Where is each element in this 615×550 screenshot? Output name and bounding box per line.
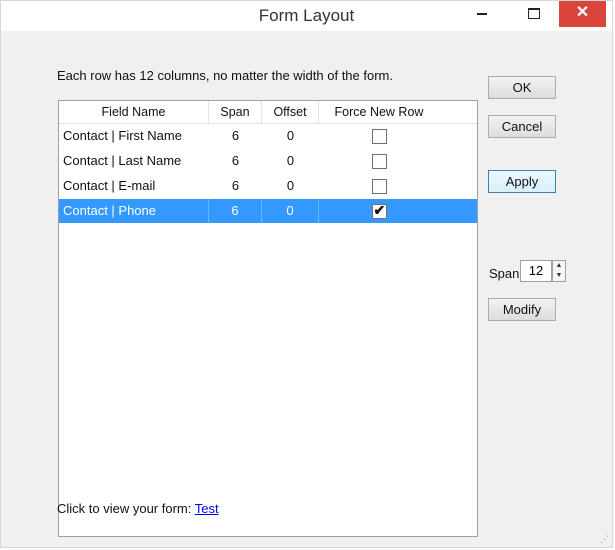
dialog-body: Each row has 12 columns, no matter the w… bbox=[11, 39, 604, 541]
chevron-up-icon[interactable]: ▲ bbox=[553, 261, 565, 271]
cell-offset: 0 bbox=[286, 178, 295, 193]
cancel-button[interactable]: Cancel bbox=[488, 115, 556, 138]
modify-button[interactable]: Modify bbox=[488, 298, 556, 321]
span-label: Span bbox=[489, 266, 520, 281]
apply-button[interactable]: Apply bbox=[488, 170, 556, 193]
force-new-row-checkbox[interactable] bbox=[371, 154, 387, 170]
cell-field-name: Contact | First Name bbox=[63, 128, 182, 143]
span-spinner[interactable]: ▲ ▼ bbox=[552, 260, 566, 282]
force-new-row-checkbox[interactable]: ✔ bbox=[371, 202, 387, 220]
cell-span: 6 bbox=[231, 153, 240, 168]
footer-text: Click to view your form: bbox=[57, 501, 192, 516]
minimize-icon bbox=[477, 12, 487, 15]
table-row[interactable]: Contact | Last Name 6 0 bbox=[59, 149, 477, 173]
maximize-button[interactable] bbox=[516, 1, 552, 27]
cell-span: 6 bbox=[209, 199, 262, 223]
table-row[interactable]: Contact | First Name 6 0 bbox=[59, 124, 477, 148]
force-new-row-checkbox[interactable] bbox=[371, 179, 387, 195]
cell-offset: 0 bbox=[286, 128, 295, 143]
cell-force-new-row: ✔ bbox=[319, 199, 477, 223]
cell-offset: 0 bbox=[262, 199, 319, 223]
checkmark-icon: ✔ bbox=[373, 202, 386, 219]
force-new-row-checkbox[interactable] bbox=[371, 129, 387, 145]
column-header-offset[interactable]: Offset bbox=[262, 101, 319, 123]
minimize-button[interactable] bbox=[464, 1, 500, 27]
grid-header: Field Name Span Offset Force New Row bbox=[59, 101, 477, 124]
form-layout-window: Form Layout ✕ Each row has 12 columns, n… bbox=[0, 0, 613, 548]
table-row-selected[interactable]: Contact | Phone 6 0 ✔ bbox=[59, 199, 477, 223]
cell-span: 6 bbox=[231, 128, 240, 143]
cell-force-new-row bbox=[319, 124, 439, 148]
cell-offset: 0 bbox=[286, 153, 295, 168]
chevron-down-icon[interactable]: ▼ bbox=[553, 271, 565, 281]
footer: Click to view your form: Test bbox=[57, 501, 219, 516]
resize-grip-icon[interactable]: ⋰ bbox=[600, 535, 610, 545]
title-bar[interactable]: Form Layout ✕ bbox=[1, 1, 612, 31]
cell-force-new-row bbox=[319, 174, 439, 198]
table-row[interactable]: Contact | E-mail 6 0 bbox=[59, 174, 477, 198]
column-header-field-name[interactable]: Field Name bbox=[59, 101, 209, 123]
description-text: Each row has 12 columns, no matter the w… bbox=[57, 68, 393, 83]
span-input[interactable]: 12 bbox=[520, 260, 552, 282]
cell-field-name: Contact | Phone bbox=[59, 199, 209, 223]
test-link[interactable]: Test bbox=[195, 501, 219, 516]
cell-span: 6 bbox=[231, 178, 240, 193]
fields-grid[interactable]: Field Name Span Offset Force New Row Con… bbox=[58, 100, 478, 537]
cell-field-name: Contact | Last Name bbox=[63, 153, 182, 168]
column-header-span[interactable]: Span bbox=[209, 101, 262, 123]
ok-button[interactable]: OK bbox=[488, 76, 556, 99]
close-icon: ✕ bbox=[575, 4, 590, 21]
cell-field-name: Contact | E-mail bbox=[63, 178, 156, 193]
close-button[interactable]: ✕ bbox=[559, 1, 606, 27]
maximize-icon bbox=[528, 8, 540, 20]
cell-force-new-row bbox=[319, 149, 439, 173]
column-header-force-new-row[interactable]: Force New Row bbox=[319, 101, 439, 123]
